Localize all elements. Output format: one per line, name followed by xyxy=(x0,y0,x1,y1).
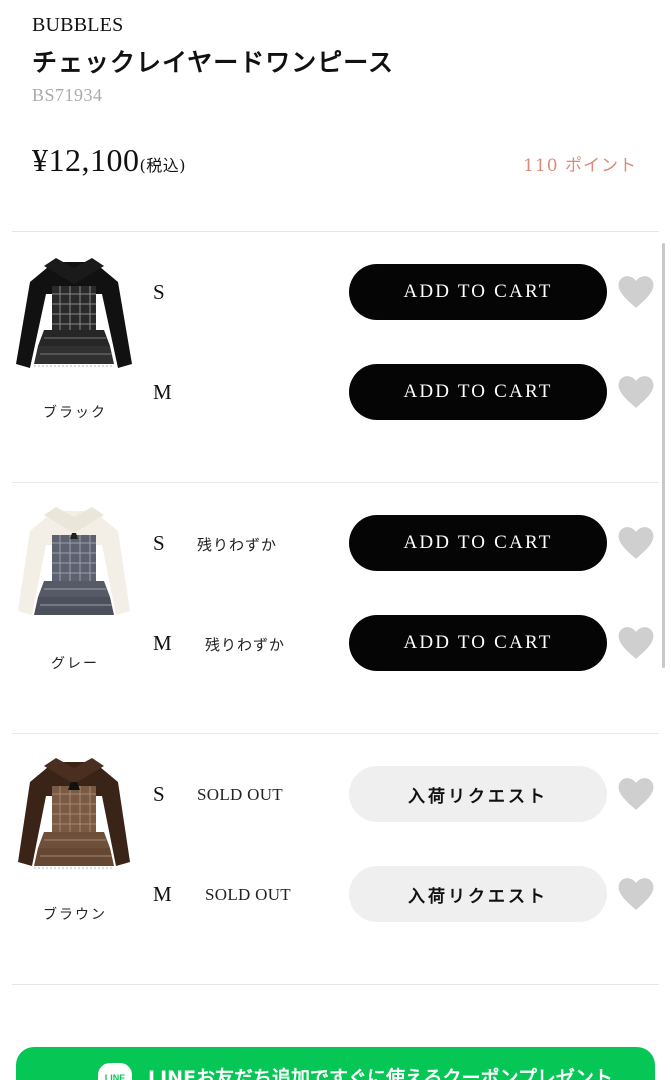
size-label: S xyxy=(153,280,165,304)
points-label: 110 ポイント xyxy=(523,156,637,176)
brand-name[interactable]: BUBBLES xyxy=(32,14,647,37)
add-to-cart-button[interactable]: ADD TO CART xyxy=(349,515,607,571)
variant-gray: グレー S 残りわずか ADD TO CART M 残りわずか ADD TO C… xyxy=(0,483,671,733)
price-row: ¥12,100(税込) 110 ポイント xyxy=(32,142,637,179)
heart-icon[interactable] xyxy=(617,374,655,410)
add-to-cart-button[interactable]: ADD TO CART xyxy=(349,364,607,420)
product-header: BUBBLES チェックレイヤードワンピース BS71934 xyxy=(32,14,647,106)
size-label: S xyxy=(153,782,165,806)
product-code: BS71934 xyxy=(32,85,103,105)
stock-status: 残りわずか xyxy=(197,536,278,554)
product-title: チェックレイヤードワンピース xyxy=(32,48,395,77)
line-logo-icon: LINE xyxy=(98,1063,132,1080)
stock-status: SOLD OUT xyxy=(197,785,283,804)
heart-icon[interactable] xyxy=(617,625,655,661)
size-row-brown-m: M SOLD OUT 入荷リクエスト xyxy=(0,866,671,922)
price: ¥12,100(税込) xyxy=(32,142,186,179)
restock-request-button[interactable]: 入荷リクエスト xyxy=(349,866,607,922)
divider xyxy=(12,984,659,985)
size-row-brown-s: S SOLD OUT 入荷リクエスト xyxy=(0,766,671,822)
heart-icon[interactable] xyxy=(617,274,655,310)
size-label: M xyxy=(153,882,172,906)
stock-status: 残りわずか xyxy=(205,636,286,654)
line-coupon-banner[interactable]: LINE LINEお友だち追加ですぐに使えるクーポンプレゼント xyxy=(16,1047,655,1080)
variant-black: ブラック S ADD TO CART M ADD TO CART xyxy=(0,232,671,482)
size-label: M xyxy=(153,380,172,404)
add-to-cart-button[interactable]: ADD TO CART xyxy=(349,615,607,671)
variant-brown: ブラウン S SOLD OUT 入荷リクエスト M SOLD OUT 入荷リクエ… xyxy=(0,734,671,984)
heart-icon[interactable] xyxy=(617,776,655,812)
size-row-gray-m: M 残りわずか ADD TO CART xyxy=(0,615,671,671)
add-to-cart-button[interactable]: ADD TO CART xyxy=(349,264,607,320)
restock-request-button[interactable]: 入荷リクエスト xyxy=(349,766,607,822)
price-value: ¥12,100 xyxy=(32,142,140,178)
tax-note: (税込) xyxy=(139,156,186,175)
heart-icon[interactable] xyxy=(617,876,655,912)
size-row-black-s: S ADD TO CART xyxy=(0,264,671,320)
stock-status: SOLD OUT xyxy=(205,885,291,904)
size-row-black-m: M ADD TO CART xyxy=(0,364,671,420)
heart-icon[interactable] xyxy=(617,525,655,561)
size-label: S xyxy=(153,531,165,555)
size-label: M xyxy=(153,631,172,655)
size-row-gray-s: S 残りわずか ADD TO CART xyxy=(0,515,671,571)
line-banner-text: LINEお友だち追加ですぐに使えるクーポンプレゼント xyxy=(148,1067,613,1080)
